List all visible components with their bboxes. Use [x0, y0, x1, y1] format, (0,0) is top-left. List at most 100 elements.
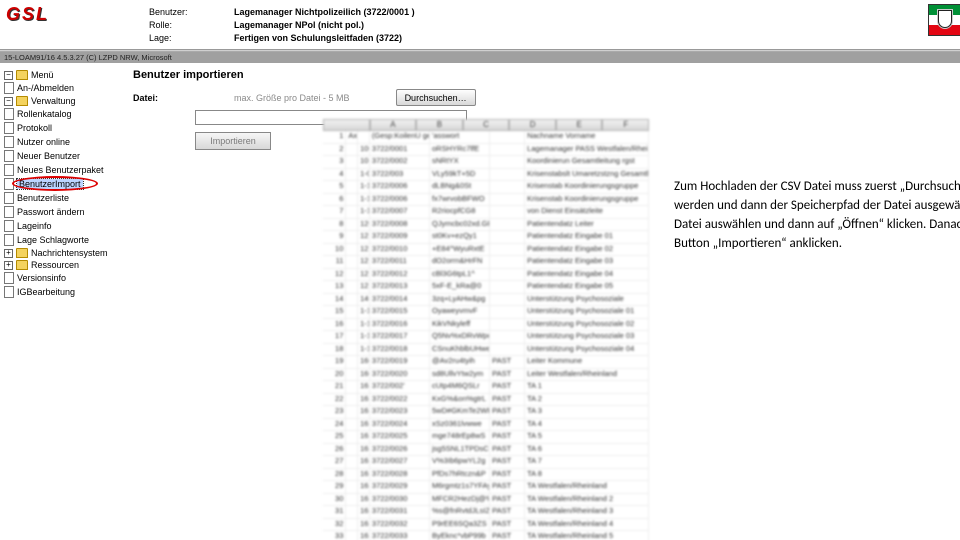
nav-item-verwaltung[interactable]: − Verwaltung [4, 95, 112, 107]
sheet-row: 111213722/0011dO2orrn&HrFNPatientendatz … [323, 256, 649, 269]
page-icon [4, 286, 14, 298]
sheet-row: 31013722/0002sNRtYXKoordinierun Gesamtle… [323, 156, 649, 169]
tree-toggle-icon[interactable]: − [4, 71, 13, 80]
nav-item-label: Lageinfo [17, 221, 52, 231]
page-icon [4, 220, 14, 232]
sheet-row: 81203722/0008QJymcbc02xd.GPPatientendatz… [323, 219, 649, 232]
tree-toggle-icon[interactable]: + [4, 249, 13, 258]
nav-item-label: Passwort ändern [17, 207, 85, 217]
sheet-row: 251623722/0025mge748rEp8wSPASTTA 5 [323, 431, 649, 444]
sheet-row: 21003722/0001oRSHYRc7lfELagemanager PASS… [323, 144, 649, 157]
sheet-row: 191603722/0019@Av2ru4tyihPASTLeiter Komm… [323, 356, 649, 369]
sheet-row: 231623722/00235wD#GKmTe2WPPASTTA 3 [323, 406, 649, 419]
sheet-row: 121213722/0012cBl3G6tpL1^Patientendatz E… [323, 269, 649, 282]
nav-item-versionsinfo[interactable]: Versionsinfo [4, 271, 112, 285]
label-lage: Lage: [149, 32, 234, 45]
sheet-row: 91213722/0009st0Kv+ezQy1Patientendatz Ei… [323, 231, 649, 244]
header-meta: Benutzer: Rolle: Lage: Lagemanager Nicht… [54, 4, 415, 49]
sheet-row: 51-13722/0006dLBNg&0StKrisenstab Koordin… [323, 181, 649, 194]
highlight-circle-icon [12, 176, 98, 191]
sheet-row: 301623722/0030MFCR2HezDj@%PASTTA Westfal… [323, 494, 649, 507]
sheet-row: 141403722/00143zq+LyAHw&pgUnterstützung … [323, 294, 649, 307]
page-icon [4, 164, 14, 176]
sheet-row: 281623722/0028PfDs7hRtczn&PPASTTA 8 [323, 469, 649, 482]
nav-item-neues-benutzerpaket[interactable]: Neues Benutzerpaket [4, 163, 112, 177]
sheet-row: 271623722/0027V%3Ib6pwYL2gPASTTA 7 [323, 456, 649, 469]
instruction-callout: Zum Hochladen der CSV Datei muss zuerst … [668, 173, 960, 263]
nav-item-label: Protokoll [17, 123, 52, 133]
nav-item-label: Neues Benutzerpaket [17, 165, 104, 175]
page-icon [4, 206, 14, 218]
folder-icon [16, 260, 28, 270]
sheet-row: 1Axter(Gesp:KoilenU gern:Benutzernam'ass… [323, 131, 649, 144]
sheet-row: 321623722/0032P9rEE6SQa3ZSPASTTA Westfal… [323, 519, 649, 532]
app-logo: GSL [6, 4, 54, 25]
nav-item-men-[interactable]: − Menü [4, 69, 112, 81]
nav-tree: − Menü An-/Abmelden− Verwaltung Rollenkatalo… [0, 63, 115, 540]
nav-item-ressourcen[interactable]: + Ressourcen [4, 259, 112, 271]
header: GSL Benutzer: Rolle: Lage: Lagemanager N… [0, 0, 960, 49]
nrw-crest-icon [938, 10, 952, 28]
nav-item-nachrichtensystem[interactable]: + Nachrichtensystem [4, 247, 112, 259]
nav-item-lageinfo[interactable]: Lageinfo [4, 219, 112, 233]
folder-icon [16, 248, 28, 258]
sheet-row: 221623722/0022KxG%&on%gtrLPASTTA 2 [323, 394, 649, 407]
nav-item-lage-schlagworte[interactable]: Lage Schlagworte [4, 233, 112, 247]
nav-item-label: Lage Schlagworte [17, 235, 89, 245]
nav-item-label: An-/Abmelden [17, 83, 74, 93]
sheet-row: 261623722/0026jsg5SNL1TPDsCPASTTA 6 [323, 444, 649, 457]
value-lage: Fertigen von Schulungsleitfaden (3722) [234, 32, 415, 45]
version-footer: 15-LOAM91/16 4.5.3.27 (C) LZPD NRW, Micr… [0, 52, 960, 63]
folder-icon [16, 96, 28, 106]
label-user: Benutzer: [149, 6, 234, 19]
page-icon [4, 234, 14, 246]
sheet-row: 211623722/002'cUtp4M6QSLrPASTTA 1 [323, 381, 649, 394]
label-role: Rolle: [149, 19, 234, 32]
nav-item-label: Versionsinfo [17, 273, 66, 283]
csv-preview-sheet: ABCDEF1Axter(Gesp:KoilenU gern:Benutzern… [323, 119, 649, 540]
nav-item-igbearbeitung[interactable]: IGBearbeitung [4, 285, 112, 299]
nav-item-label: Menü [31, 70, 54, 80]
nav-item-nutzer-online[interactable]: Nutzer online [4, 135, 112, 149]
nav-item-rollenkatalog[interactable]: Rollenkatalog [4, 107, 112, 121]
page-icon [4, 150, 14, 162]
nav-item-neuer-benutzer[interactable]: Neuer Benutzer [4, 149, 112, 163]
browse-button[interactable]: Durchsuchen… [396, 89, 476, 106]
nav-item-label: Rollenkatalog [17, 109, 72, 119]
nav-item-passwort-ndern[interactable]: Passwort ändern [4, 205, 112, 219]
page-icon [4, 136, 14, 148]
datei-label: Datei: [133, 93, 158, 103]
sheet-row: 181-13722/0018CSnuKhblbUHweUnterstützung… [323, 344, 649, 357]
value-role: Lagemanager NPol (nicht pol.) [234, 19, 415, 32]
sheet-row: 101213722/0010+E84^WyuRxtEPatientendatz … [323, 244, 649, 257]
sheet-row: 151-13722/0015OyaweyvmvFUnterstützung Ps… [323, 306, 649, 319]
nav-item-label: Ressourcen [31, 260, 79, 270]
sheet-row: 201603722/0020sd8UllvYtw2ymPASTLeiter We… [323, 369, 649, 382]
nav-item-label: Benutzerliste [17, 193, 69, 203]
page-icon [4, 272, 14, 284]
nav-item-label: Verwaltung [31, 96, 76, 106]
page-icon [4, 108, 14, 120]
sheet-row: 131213722/00135xF-E_kRa@0Patientendatz E… [323, 281, 649, 294]
nav-item-label: Nutzer online [17, 137, 70, 147]
tree-toggle-icon[interactable]: + [4, 261, 13, 270]
page-icon [4, 122, 14, 134]
page-title: Benutzer importieren [133, 69, 960, 81]
nav-item-label: Neuer Benutzer [17, 151, 80, 161]
sheet-row: 41-03722/003VLy59kT+5DKrisenstabslt Umar… [323, 169, 649, 182]
sheet-row: 311623722/0031%s@fnRvtdJLsIZPASTTA Westf… [323, 506, 649, 519]
sheet-row: 61-13722/0006fx7wrvobBFWOKrisenstab Koor… [323, 194, 649, 207]
upload-hint: max. Größe pro Datei - 5 MB [164, 93, 350, 103]
import-button[interactable]: Importieren [195, 132, 271, 150]
sheet-row: 241623722/0024xSz0361lvwwePASTTA 4 [323, 419, 649, 432]
nav-item-protokoll[interactable]: Protokoll [4, 121, 112, 135]
nav-item-benutzerliste[interactable]: Benutzerliste [4, 191, 112, 205]
nav-item-label: Nachrichtensystem [31, 248, 108, 258]
sheet-row: 171-13722/0017Q5Nv%xDRvWpcUnterstützung … [323, 331, 649, 344]
page-icon [4, 192, 14, 204]
sheet-row: 161-13722/0016KikVNkyleffUnterstützung P… [323, 319, 649, 332]
nav-item-an-abmelden[interactable]: An-/Abmelden [4, 81, 112, 95]
tree-toggle-icon[interactable]: − [4, 97, 13, 106]
page-icon [4, 82, 14, 94]
sheet-row: 71-13722/0007R2riocpfCG8von Dienst Einsä… [323, 206, 649, 219]
